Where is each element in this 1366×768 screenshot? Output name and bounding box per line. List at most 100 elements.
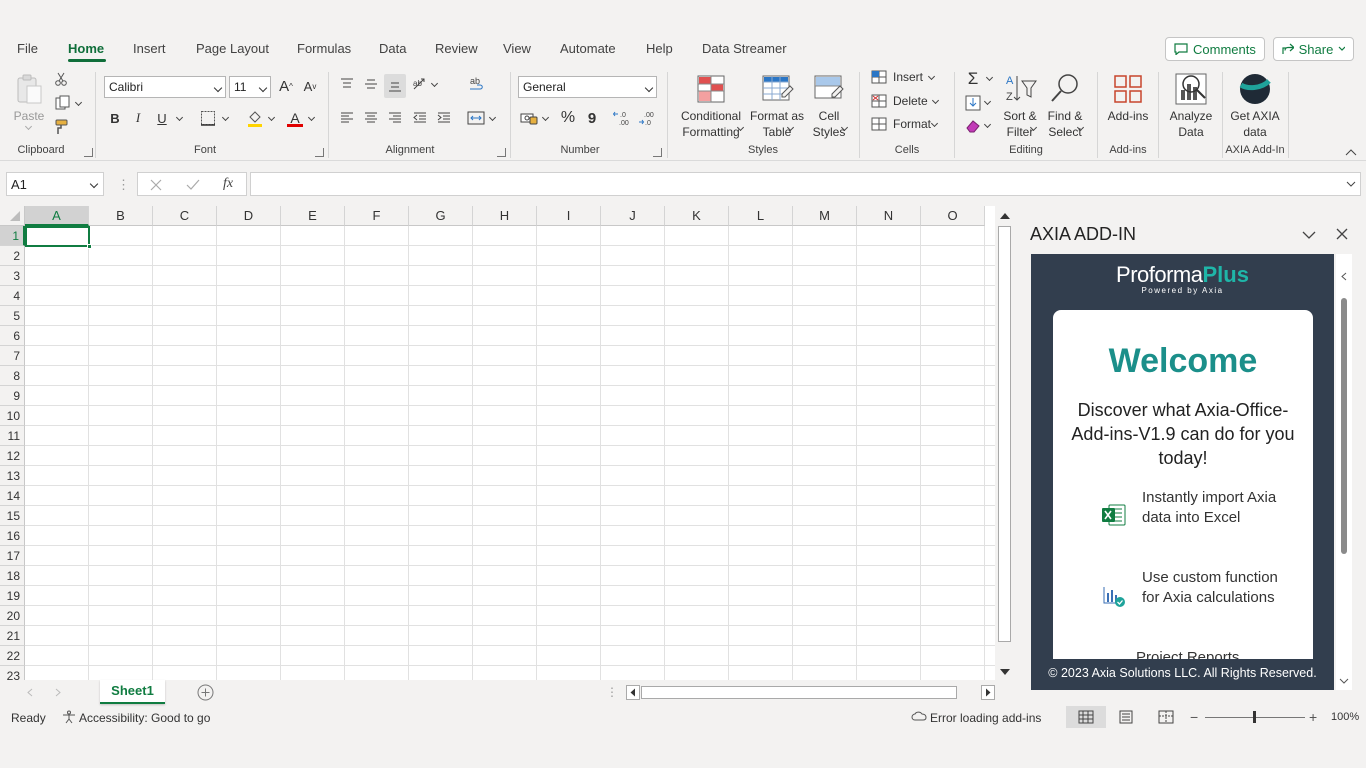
dialog-launcher-icon[interactable] [315, 148, 324, 157]
sheet-tab-sheet1[interactable]: Sheet1 [100, 680, 165, 704]
row-header-20[interactable]: 20 [0, 606, 25, 626]
fill-handle[interactable] [87, 244, 92, 249]
vertical-scrollbar[interactable] [995, 206, 1015, 680]
row-header-14[interactable]: 14 [0, 486, 25, 506]
row-header-5[interactable]: 5 [0, 306, 25, 326]
align-left-button[interactable] [337, 108, 357, 128]
row-header-13[interactable]: 13 [0, 466, 25, 486]
format-cells-button[interactable]: Format [871, 117, 931, 131]
autosum-button[interactable]: Σ [963, 69, 983, 89]
align-top-button[interactable] [337, 74, 357, 94]
tab-home[interactable]: Home [68, 41, 104, 56]
tab-review[interactable]: Review [435, 41, 478, 56]
font-color-button[interactable]: A [284, 108, 306, 130]
decrease-decimal-button[interactable]: .00.0 [637, 108, 659, 128]
enter-check-icon[interactable] [186, 179, 200, 191]
page-layout-view-icon[interactable] [1118, 710, 1134, 724]
dialog-launcher-icon[interactable] [84, 148, 93, 157]
wrap-text-button[interactable]: ab [466, 74, 488, 96]
row-header-22[interactable]: 22 [0, 646, 25, 666]
tab-automate[interactable]: Automate [560, 41, 616, 56]
expand-formula-bar-icon[interactable] [1346, 181, 1356, 188]
font-size-select[interactable]: 11 [229, 76, 271, 98]
tab-data-streamer[interactable]: Data Streamer [702, 41, 787, 56]
column-header-m[interactable]: M [793, 206, 857, 226]
scroll-left-icon[interactable] [626, 685, 640, 700]
column-header-a[interactable]: A [25, 206, 89, 226]
tab-file[interactable]: File [17, 41, 38, 56]
insert-function-button[interactable]: fx [223, 176, 233, 192]
row-header-23[interactable]: 23 [0, 666, 25, 680]
row-header-19[interactable]: 19 [0, 586, 25, 606]
pane-options-chevron-icon[interactable] [1302, 231, 1316, 240]
get-axia-data-button[interactable]: Get AXIA data [1226, 72, 1284, 140]
add-sheet-icon[interactable] [197, 684, 214, 701]
column-header-f[interactable]: F [345, 206, 409, 226]
accessibility-status[interactable]: Accessibility: Good to go [79, 711, 210, 725]
vertical-scroll-thumb[interactable] [998, 226, 1011, 642]
delete-cells-button[interactable]: Delete [871, 94, 928, 108]
cut-button[interactable] [52, 70, 70, 88]
copy-button[interactable] [52, 94, 74, 112]
row-header-16[interactable]: 16 [0, 526, 25, 546]
prev-sheet-icon[interactable] [26, 688, 34, 697]
column-header-l[interactable]: L [729, 206, 793, 226]
row-header-10[interactable]: 10 [0, 406, 25, 426]
horizontal-scroll-thumb[interactable] [641, 686, 957, 699]
row-header-8[interactable]: 8 [0, 366, 25, 386]
decrease-font-button[interactable]: Av [300, 76, 320, 96]
scroll-down-icon[interactable] [1000, 668, 1010, 676]
zoom-level[interactable]: 100% [1331, 711, 1359, 723]
number-format-select[interactable]: General [518, 76, 657, 98]
selected-cell-a1[interactable] [25, 226, 90, 247]
dialog-launcher-icon[interactable] [497, 148, 506, 157]
column-header-o[interactable]: O [921, 206, 985, 226]
row-header-2[interactable]: 2 [0, 246, 25, 266]
analyze-data-button[interactable]: Analyze Data [1164, 72, 1218, 140]
borders-button[interactable] [198, 108, 218, 128]
pane-collapse-chevron-icon[interactable] [1340, 272, 1348, 281]
row-header-9[interactable]: 9 [0, 386, 25, 406]
column-header-k[interactable]: K [665, 206, 729, 226]
comments-button[interactable]: Comments [1165, 37, 1265, 61]
tab-data[interactable]: Data [379, 41, 406, 56]
format-as-table-button[interactable]: Format as Table [750, 72, 804, 140]
sort-filter-button[interactable]: AZ Sort & Filter [998, 72, 1042, 140]
tab-page-layout[interactable]: Page Layout [196, 41, 269, 56]
italic-button[interactable]: I [128, 108, 148, 128]
normal-view-button[interactable] [1066, 706, 1106, 728]
increase-decimal-button[interactable]: .0.00 [612, 108, 634, 128]
bold-button[interactable]: B [105, 108, 125, 128]
pane-scroll-down-icon[interactable] [1339, 678, 1349, 685]
column-header-i[interactable]: I [537, 206, 601, 226]
orientation-button[interactable]: ab [410, 74, 430, 94]
clear-button[interactable] [963, 116, 983, 136]
column-header-n[interactable]: N [857, 206, 921, 226]
formula-input[interactable] [250, 172, 1361, 196]
row-header-11[interactable]: 11 [0, 426, 25, 446]
pane-scrollbar[interactable] [1336, 254, 1352, 690]
share-button[interactable]: Share [1273, 37, 1354, 61]
horizontal-scrollbar[interactable] [626, 685, 995, 700]
zoom-out-button[interactable]: − [1190, 709, 1198, 725]
row-header-17[interactable]: 17 [0, 546, 25, 566]
zoom-slider-thumb[interactable] [1253, 711, 1256, 723]
tab-view[interactable]: View [503, 41, 531, 56]
row-header-18[interactable]: 18 [0, 566, 25, 586]
collapse-ribbon-icon[interactable] [1345, 148, 1357, 156]
align-right-button[interactable] [385, 108, 405, 128]
scroll-up-icon[interactable] [1000, 212, 1010, 220]
column-header-e[interactable]: E [281, 206, 345, 226]
name-box[interactable]: A1 [6, 172, 104, 196]
align-center-button[interactable] [361, 108, 381, 128]
drag-handle[interactable]: ⋮ [117, 177, 130, 193]
row-header-12[interactable]: 12 [0, 446, 25, 466]
row-header-7[interactable]: 7 [0, 346, 25, 366]
tab-split-handle[interactable]: ⋮ [606, 685, 618, 699]
conditional-formatting-button[interactable]: Conditional Formatting [674, 72, 748, 140]
align-middle-button[interactable] [361, 74, 381, 94]
underline-button[interactable]: U [152, 108, 172, 128]
column-header-d[interactable]: D [217, 206, 281, 226]
column-header-c[interactable]: C [153, 206, 217, 226]
select-all-button[interactable] [0, 206, 25, 226]
